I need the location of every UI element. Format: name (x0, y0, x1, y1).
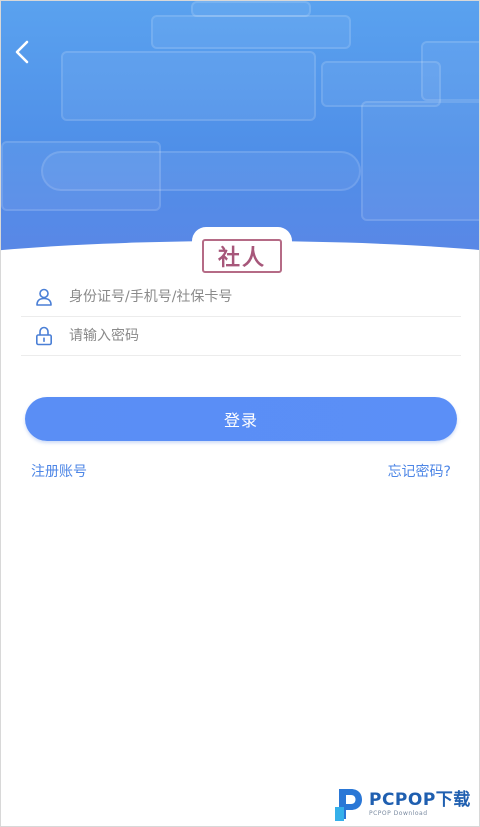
login-button[interactable]: 登录 (25, 397, 457, 441)
back-button[interactable] (9, 37, 35, 67)
account-field-row (21, 277, 461, 317)
user-icon (21, 277, 67, 317)
forgot-password-link[interactable]: 忘记密码? (388, 461, 451, 481)
login-screen: 社人 登录 注册账号 忘记密码? PCPOP下载 (0, 0, 480, 827)
password-input[interactable] (67, 317, 447, 354)
watermark-text: PCPOP下载 (369, 790, 471, 810)
logo-seal: 社人 (202, 239, 282, 273)
watermark-subtext: PCPOP Download (369, 810, 428, 817)
account-input[interactable] (67, 278, 447, 315)
password-field-row (21, 316, 461, 356)
register-link[interactable]: 注册账号 (31, 461, 87, 481)
pcpop-watermark: PCPOP下载 PCPOP Download (333, 783, 479, 825)
chevron-left-icon (15, 40, 29, 64)
app-logo: 社人 (192, 227, 292, 277)
pcpop-logo-icon (335, 789, 362, 821)
lock-icon (21, 316, 67, 356)
